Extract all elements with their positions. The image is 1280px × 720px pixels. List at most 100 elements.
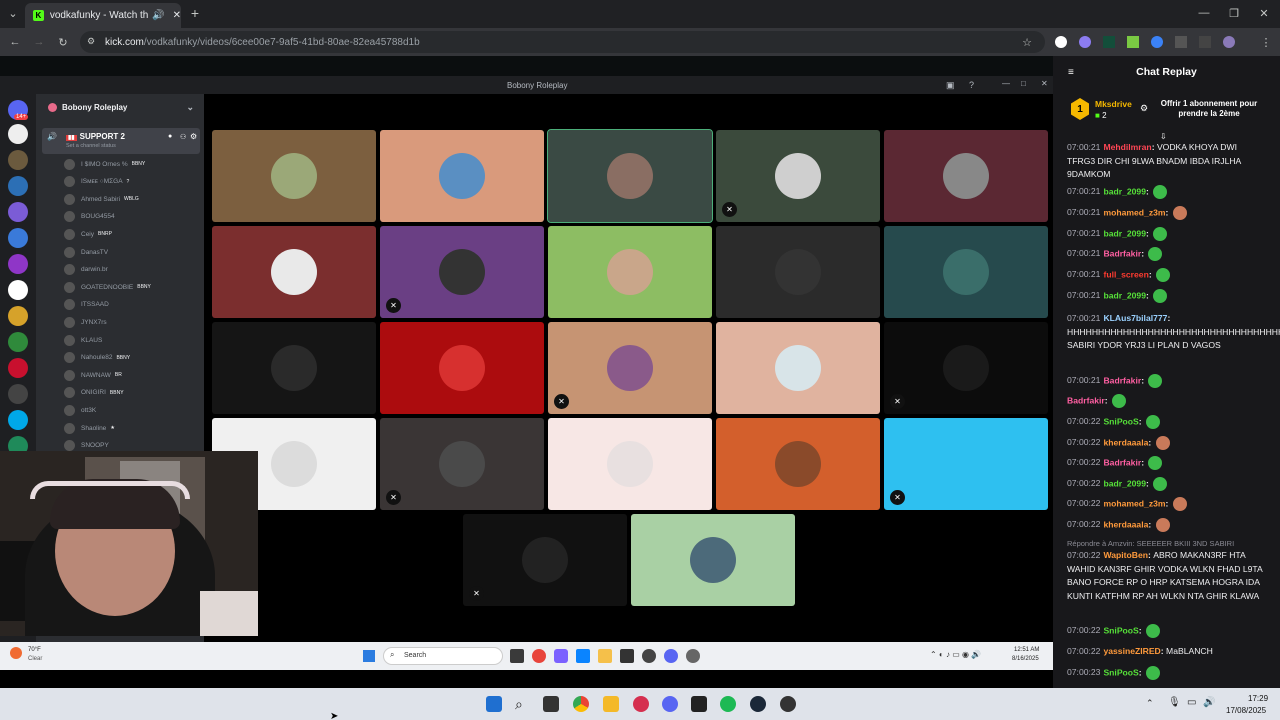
participant-tile[interactable] xyxy=(716,322,880,414)
server-icon[interactable] xyxy=(8,410,28,430)
voice-member[interactable]: ITSSAAD xyxy=(64,297,113,313)
taskbar-search[interactable]: ⌕ Search xyxy=(383,647,503,665)
chat-message[interactable]: 07:00:21 Mehdilmran: VODKA KHOYA DWI TFRG… xyxy=(1067,141,1267,182)
participant-tile[interactable] xyxy=(548,226,712,318)
voice-member[interactable]: DanasTV xyxy=(64,244,112,260)
browser-menu-icon[interactable]: ⋮ xyxy=(1260,35,1272,49)
start-icon[interactable] xyxy=(363,650,375,662)
chat-username[interactable]: SniPooS xyxy=(1103,625,1138,635)
chat-message[interactable]: 07:00:22 badr_2099: xyxy=(1067,477,1267,491)
add-member-icon[interactable]: ⚇ xyxy=(180,133,186,141)
voice-member[interactable]: BOUG4554 xyxy=(64,209,119,225)
chat-username[interactable]: SniPooS xyxy=(1103,667,1138,677)
voice-member[interactable]: ISᴍᴇᴇ ○MΣGA? xyxy=(64,174,129,190)
chat-message[interactable]: 07:00:21 mohamed_z3m: xyxy=(1067,206,1267,220)
chat-message[interactable]: 07:00:21 KLAus7bilal777: HHHHHHHHHHHHHHHH… xyxy=(1067,312,1280,353)
system-tray-icons[interactable]: ⌃ ◐ ♪ ▭ ◉ 🔊 xyxy=(930,650,981,659)
chat-username[interactable]: Badrfakir xyxy=(1103,375,1141,385)
participant-tile[interactable] xyxy=(212,226,376,318)
chat-username[interactable]: kherdaaala xyxy=(1103,437,1148,447)
scroll-to-bottom-icon[interactable]: ⇩ xyxy=(1160,132,1167,141)
new-tab-icon[interactable]: + xyxy=(188,5,202,21)
microphone-icon[interactable]: 🎙 xyxy=(1168,697,1181,708)
discord-minimize-icon[interactable]: — xyxy=(1002,79,1010,88)
reply-context[interactable]: Répondre à Amzvin: SEEEEER BKIII 3ND SAB… xyxy=(1067,538,1267,549)
reload-icon[interactable]: ↻ xyxy=(56,35,70,49)
network-icon[interactable]: ▭ xyxy=(1187,697,1196,708)
voice-member[interactable]: ONIGIRI BBNY xyxy=(64,385,124,401)
voice-member[interactable]: Shaoline ★ xyxy=(64,420,115,436)
bookmark-star-icon[interactable]: ☆ xyxy=(1020,35,1034,49)
pinned-apps[interactable] xyxy=(510,649,700,663)
chat-username[interactable]: badr_2099 xyxy=(1103,478,1146,488)
audio-playing-icon[interactable]: 🔊 xyxy=(152,10,164,21)
server-icon[interactable] xyxy=(8,124,28,144)
channel-chat-icon[interactable]: ● xyxy=(168,133,172,140)
help-icon[interactable]: ? xyxy=(969,80,974,90)
chat-message[interactable]: 07:00:21 badr_2099: xyxy=(1067,289,1267,303)
participant-tile[interactable] xyxy=(212,322,376,414)
app-icon[interactable] xyxy=(633,696,649,712)
server-icon[interactable] xyxy=(8,384,28,404)
file-explorer-icon[interactable] xyxy=(603,696,619,712)
extension-icons[interactable] xyxy=(1055,36,1255,48)
chat-message[interactable]: 07:00:22 Badrfakir: xyxy=(1067,456,1267,470)
windows-start-icon[interactable] xyxy=(486,696,502,712)
chat-username[interactable]: KLAus7bilal777 xyxy=(1103,313,1167,323)
participant-tile[interactable]: ✕ xyxy=(548,322,712,414)
clock-time[interactable]: 17:29 xyxy=(1248,694,1268,703)
participant-tile[interactable] xyxy=(631,514,795,606)
chat-username[interactable]: full_screen xyxy=(1103,269,1148,279)
chat-message[interactable]: 07:00:22 yassineZIRED: MaBLANCH xyxy=(1067,645,1267,659)
voice-member[interactable]: Ceiy BNRP xyxy=(64,226,112,242)
chat-username[interactable]: Badrfakir xyxy=(1103,457,1141,467)
server-icon[interactable] xyxy=(8,176,28,196)
chat-message[interactable]: Badrfakir: xyxy=(1067,394,1267,408)
participant-tile[interactable] xyxy=(547,129,713,223)
participant-tile[interactable] xyxy=(548,418,712,510)
participant-tile[interactable] xyxy=(716,418,880,510)
chat-message[interactable]: 07:00:21 Badrfakir: xyxy=(1067,247,1267,261)
spotify-icon[interactable] xyxy=(720,696,736,712)
voice-member[interactable]: KLAUS xyxy=(64,332,106,348)
chat-username[interactable]: Mehdilmran xyxy=(1103,142,1151,152)
minimize-icon[interactable]: — xyxy=(1198,7,1210,19)
server-header[interactable]: Bobony Roleplay ⌄ xyxy=(36,94,204,120)
server-icon[interactable] xyxy=(8,306,28,326)
server-icon[interactable] xyxy=(8,332,28,352)
steam-icon[interactable] xyxy=(750,696,766,712)
chat-username[interactable]: badr_2099 xyxy=(1103,290,1146,300)
participant-tile[interactable]: ✕ xyxy=(884,322,1048,414)
discord-icon[interactable] xyxy=(662,696,678,712)
channel-status[interactable]: Set a channel status xyxy=(66,143,116,149)
chat-message[interactable]: 07:00:22 kherdaaala: xyxy=(1067,518,1267,532)
chrome-icon[interactable] xyxy=(573,696,589,712)
voice-member[interactable]: Nahoule82 BBNY xyxy=(64,350,130,366)
chat-username[interactable]: Badrfakir xyxy=(1067,395,1105,405)
voice-member[interactable]: JYNX7rs xyxy=(64,314,111,330)
server-icon[interactable] xyxy=(8,150,28,170)
participant-tile[interactable] xyxy=(884,130,1048,222)
chat-message[interactable]: 07:00:21 Badrfakir: xyxy=(1067,374,1267,388)
voice-member[interactable]: GOATEDNOOBIE BBNY xyxy=(64,279,151,295)
obs-icon[interactable] xyxy=(691,696,707,712)
close-tab-icon[interactable]: ✕ xyxy=(173,10,181,21)
chat-username[interactable]: badr_2099 xyxy=(1103,228,1146,238)
participant-tile[interactable] xyxy=(380,322,544,414)
gift-banner[interactable]: 1 Mksdrive ■ 2 ⚙ Offrir 1 abonnement pou… xyxy=(1053,90,1280,134)
chat-username[interactable]: badr_2099 xyxy=(1103,186,1146,196)
task-view-icon[interactable] xyxy=(543,696,559,712)
back-icon[interactable]: ← xyxy=(8,35,22,49)
participant-tile[interactable] xyxy=(716,226,880,318)
chat-username[interactable]: WapitoBen xyxy=(1103,550,1148,560)
voice-member[interactable]: I $IMO Ornes % BBNY xyxy=(64,156,145,172)
server-icon[interactable] xyxy=(8,254,28,274)
chat-message[interactable]: 07:00:21 badr_2099: xyxy=(1067,227,1267,241)
app-icon[interactable] xyxy=(780,696,796,712)
voice-member[interactable]: NAWNAW BR xyxy=(64,367,122,383)
address-bar[interactable]: ⚙ kick.com/vodkafunky/videos/6cee00e7-9a… xyxy=(80,31,1045,53)
participant-tile[interactable] xyxy=(212,130,376,222)
participant-tile[interactable]: ✕ xyxy=(380,418,544,510)
voice-member[interactable]: ott3K xyxy=(64,402,100,418)
server-icon[interactable] xyxy=(8,202,28,222)
